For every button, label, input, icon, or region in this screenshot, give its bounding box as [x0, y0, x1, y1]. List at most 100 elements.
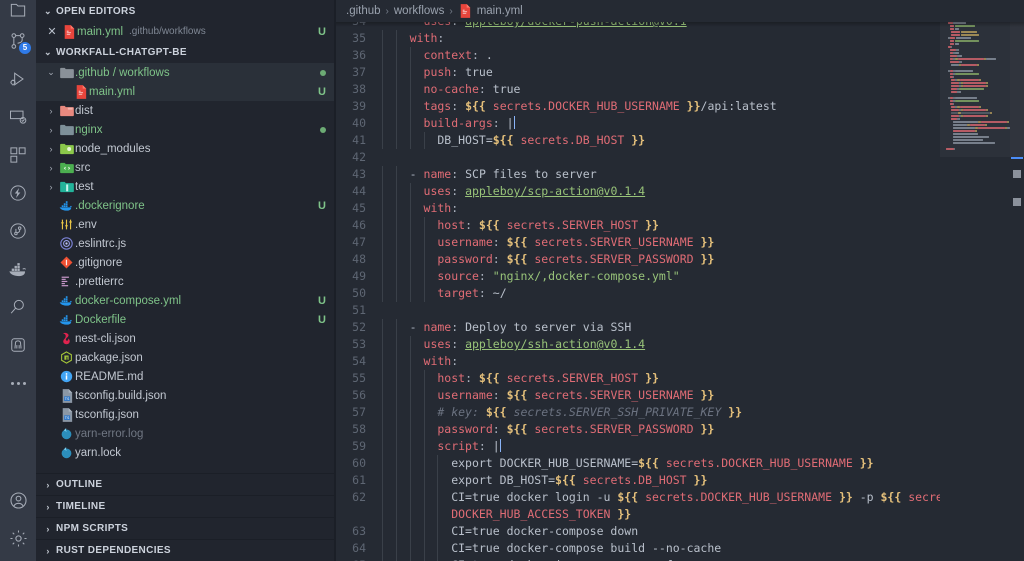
account-icon[interactable] [0, 481, 36, 519]
code-viewport[interactable]: 34 uses: appleboy/docker-push-action@v0.… [336, 22, 1024, 561]
tree-file-dockerfile[interactable]: DockerfileU [36, 310, 336, 329]
code-line-content[interactable]: uses: appleboy/ssh-action@v0.1.4 [382, 336, 1024, 353]
more-actions-icon[interactable] [0, 364, 36, 402]
more-dots [11, 382, 26, 385]
settings-gear-icon[interactable] [0, 519, 36, 557]
tree-file-prettierrc[interactable]: .prettierrc [36, 272, 336, 291]
chevron-right-icon[interactable]: › [44, 125, 58, 135]
code-line-content[interactable]: tags: ${{ secrets.DOCKER_HUB_USERNAME }}… [382, 98, 1024, 115]
run-and-debug-icon[interactable] [0, 60, 36, 98]
code-line: 52- name: Deploy to server via SSH [336, 319, 1024, 336]
code-line: 41DB_HOST=${{ secrets.DB_HOST }} [336, 132, 1024, 149]
code-line-content[interactable]: - name: SCP files to server [382, 166, 1024, 183]
chevron-right-icon[interactable]: › [44, 144, 58, 154]
breadcrumb-part-file[interactable]: main.yml [477, 5, 523, 17]
thunder-client-icon[interactable] [0, 174, 36, 212]
tree-file-gitignore[interactable]: .gitignore [36, 253, 336, 272]
chevron-right-icon[interactable]: › [44, 106, 58, 116]
scrollbar-thumb[interactable] [1010, 22, 1024, 157]
tree-file-yarn-error-log[interactable]: yarn-error.log [36, 424, 336, 443]
code-line: 53uses: appleboy/ssh-action@v0.1.4 [336, 336, 1024, 353]
code-line-content[interactable]: CI=true docker-compose build --no-cache [382, 540, 1024, 557]
nest-file-icon [58, 332, 75, 345]
chevron-right-icon[interactable]: › [44, 163, 58, 173]
section-workspace[interactable]: ⌄ WORKFALL-CHATGPT-BE [36, 41, 336, 63]
code-line-content[interactable]: username: ${{ secrets.SERVER_USERNAME }} [382, 387, 1024, 404]
svg-text:TS: TS [64, 396, 69, 400]
section-timeline[interactable]: › TIMELINE [36, 495, 336, 517]
tree-folder-github-workflows[interactable]: ⌄.github / workflows [36, 63, 336, 82]
code-line: 61export DB_HOST=${{ secrets.DB_HOST }} [336, 472, 1024, 489]
tree-file-readme-md[interactable]: README.md [36, 367, 336, 386]
git-graph-icon[interactable] [0, 212, 36, 250]
line-number: 60 [336, 455, 382, 472]
code-line-content[interactable]: DB_HOST=${{ secrets.DB_HOST }} [382, 132, 1024, 149]
code-line: 59script: | [336, 438, 1024, 455]
tree-file-eslintrc-js[interactable]: .eslintrc.js [36, 234, 336, 253]
tree-file-tsconfig-json[interactable]: TStsconfig.json [36, 405, 336, 424]
eslint-file-icon [58, 237, 75, 250]
tree-folder-nginx[interactable]: ›nginx [36, 120, 336, 139]
open-editor-item-main-yml[interactable]: ✕ main.yml .github/workflows U [36, 22, 336, 41]
breadcrumb-part-github[interactable]: .github [346, 5, 381, 17]
tree-file-tsconfig-build-json[interactable]: TStsconfig.build.json [36, 386, 336, 405]
tree-folder-dist[interactable]: ›dist [36, 101, 336, 120]
code-line-content[interactable]: no-cache: true [382, 81, 1024, 98]
tree-folder-test[interactable]: ›test [36, 177, 336, 196]
remote-explorer-icon[interactable] [0, 98, 36, 136]
code-line-content[interactable]: username: ${{ secrets.SERVER_USERNAME }} [382, 234, 1024, 251]
section-rust-dependencies[interactable]: › RUST DEPENDENCIES [36, 539, 336, 561]
code-line-content[interactable]: CI=true docker login -u ${{ secrets.DOCK… [382, 489, 1024, 523]
code-line-content[interactable]: - name: Deploy to server via SSH [382, 319, 1024, 336]
section-outline[interactable]: › OUTLINE [36, 473, 336, 495]
code-line-content[interactable]: host: ${{ secrets.SERVER_HOST }} [382, 217, 1024, 234]
activity-bar: 5 [0, 0, 36, 561]
search-icon[interactable] [0, 288, 36, 326]
code-line-content[interactable]: target: ~/ [382, 285, 1024, 302]
code-line-content[interactable]: export DB_HOST=${{ secrets.DB_HOST }} [382, 472, 1024, 489]
code-line-content[interactable]: source: "nginx/,docker-compose.yml" [382, 268, 1024, 285]
code-line-content[interactable]: script: | [382, 438, 1024, 455]
code-line-content[interactable]: with: [382, 200, 1024, 217]
code-line-content[interactable]: host: ${{ secrets.SERVER_HOST }} [382, 370, 1024, 387]
code-line-content[interactable]: uses: appleboy/scp-action@v0.1.4 [382, 183, 1024, 200]
tree-file-yarn-lock[interactable]: yarn.lock [36, 443, 336, 462]
editor-scrollbar[interactable] [1010, 22, 1024, 561]
section-open-editors[interactable]: ⌄ OPEN EDITORS [36, 0, 336, 22]
code-line: 49source: "nginx/,docker-compose.yml" [336, 268, 1024, 285]
tree-folder-src[interactable]: › src [36, 158, 336, 177]
code-line-content[interactable]: password: ${{ secrets.SERVER_PASSWORD }} [382, 421, 1024, 438]
docker-icon[interactable] [0, 250, 36, 288]
tree-file-dockerignore[interactable]: .dockerignoreU [36, 196, 336, 215]
source-control-icon[interactable]: 5 [0, 22, 36, 60]
line-number: 46 [336, 217, 382, 234]
tree-file-docker-compose-yml[interactable]: docker-compose.ymlU [36, 291, 336, 310]
tree-file-package-json[interactable]: package.json [36, 348, 336, 367]
close-icon[interactable]: ✕ [44, 25, 60, 38]
tree-folder-node-modules[interactable]: ›node_modules [36, 139, 336, 158]
code-line-content[interactable]: with: [382, 30, 1024, 47]
editor-top-shadow [336, 22, 1024, 27]
tree-file-nest-cli-json[interactable]: nest-cli.json [36, 329, 336, 348]
chevron-down-icon[interactable]: ⌄ [44, 67, 58, 78]
code-line-content[interactable]: CI=true docker-compose down [382, 523, 1024, 540]
tree-item-label: src [75, 162, 90, 174]
tree-file-main-yml[interactable]: main.ymlU [36, 82, 336, 101]
tree-file-env[interactable]: .env [36, 215, 336, 234]
extensions-icon[interactable] [0, 136, 36, 174]
code-line-content[interactable]: export DOCKER_HUB_USERNAME=${{ secrets.D… [382, 455, 1024, 472]
section-npm-scripts[interactable]: › NPM SCRIPTS [36, 517, 336, 539]
explorer-icon[interactable] [0, 0, 36, 22]
database-icon[interactable] [0, 326, 36, 364]
chevron-right-icon[interactable]: › [44, 182, 58, 192]
code-line-content[interactable]: CI=true docker image prune -a -f [382, 557, 1024, 561]
code-line-content[interactable]: context: . [382, 47, 1024, 64]
overview-ruler-mark [1013, 170, 1021, 178]
code-line-content[interactable]: push: true [382, 64, 1024, 81]
code-line-content[interactable]: with: [382, 353, 1024, 370]
code-line-content[interactable]: build-args: | [382, 115, 1024, 132]
code-line-content[interactable]: password: ${{ secrets.SERVER_PASSWORD }} [382, 251, 1024, 268]
code-line-content[interactable]: # key: ${{ secrets.SERVER_SSH_PRIVATE_KE… [382, 404, 1024, 421]
tree-item-label: Dockerfile [75, 314, 126, 326]
breadcrumb-part-workflows[interactable]: workflows [394, 5, 444, 17]
